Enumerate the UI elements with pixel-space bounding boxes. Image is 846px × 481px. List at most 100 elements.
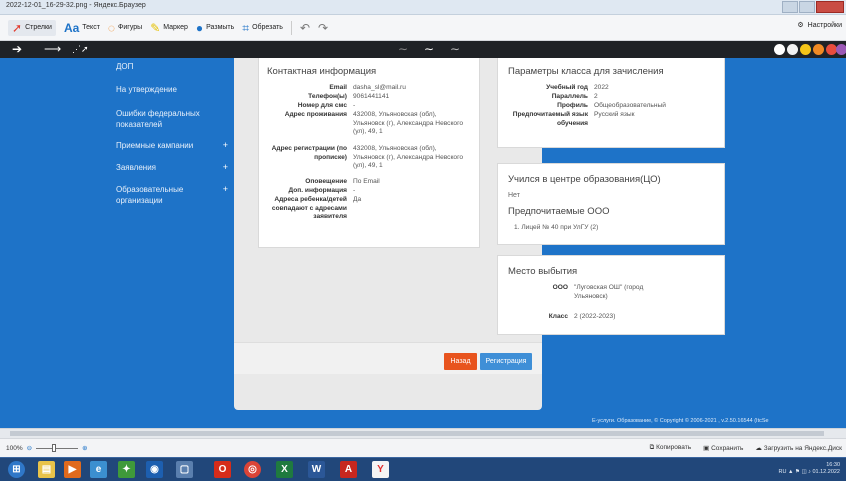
page-viewport: ДОП На утверждение Ошибки федеральных по… xyxy=(0,58,846,428)
color-swatch-white[interactable] xyxy=(774,44,785,55)
application-card: Контактная информация Email dasha_sl@mai… xyxy=(234,58,725,410)
form-actions: Назад Регистрация xyxy=(234,342,542,374)
panel-title: Учился в центре образования(ЦО) xyxy=(508,174,661,185)
word-icon[interactable]: W xyxy=(308,461,325,478)
sidebar-item-label: Образовательные организации xyxy=(116,185,184,205)
app3-icon[interactable]: ▢ xyxy=(176,461,193,478)
sidebar-item-approval[interactable]: На утверждение xyxy=(104,84,240,95)
text-icon: Aa xyxy=(63,20,80,35)
register-button[interactable]: Регистрация xyxy=(480,353,532,370)
arrows-tool-button[interactable]: ➚ Стрелки xyxy=(8,19,56,36)
panel-title: Параметры класса для зачисления xyxy=(508,66,664,77)
sidebar-item-applications[interactable]: Заявления + xyxy=(104,162,240,173)
panel-title: Место выбытия xyxy=(508,266,578,277)
preferred-ooo-item: 1. Лицей № 40 при УлГУ (2) xyxy=(514,224,599,231)
language-indicator[interactable]: RU xyxy=(779,469,787,475)
arrow-style-thin-icon[interactable]: ⟶ xyxy=(44,42,61,56)
field-profile: Профиль Общеобразовательный xyxy=(557,102,666,109)
marker-tool-label: Маркер xyxy=(163,24,188,31)
field-notification: Оповещение По Email xyxy=(305,178,380,185)
system-tray: RU ▲ ⚑ ◫ ♪ 16:30 01.12.2022 xyxy=(779,462,840,476)
departure-panel: Место выбытия ООО "Луговская ОШ" (город … xyxy=(497,255,725,335)
maximize-button[interactable] xyxy=(799,1,815,13)
redo-icon: ↷ xyxy=(318,20,329,35)
zoom-in-icon[interactable]: ⊕ xyxy=(82,444,87,452)
sidebar-item-federal-errors[interactable]: Ошибки федеральных показателей xyxy=(104,108,240,130)
excel-icon[interactable]: X xyxy=(276,461,293,478)
panel-title: Контактная информация xyxy=(267,66,377,77)
edu-center-value: Нет xyxy=(508,192,520,199)
text-tool-button[interactable]: Aa Текст xyxy=(64,22,100,34)
sidebar-item-label: ДОП xyxy=(116,62,134,71)
field-registration-address: Адрес регистрации (по прописке) 432008, … xyxy=(271,145,464,169)
clock[interactable]: 16:30 01.12.2022 xyxy=(812,462,840,476)
text-tool-label: Текст xyxy=(82,24,100,31)
marker-tool-button[interactable]: ✎ Маркер xyxy=(150,22,188,34)
upload-disk-button[interactable]: ☁ Загрузить на Яндекс.Диск xyxy=(755,444,842,452)
app2-icon[interactable]: ◉ xyxy=(146,461,163,478)
undo-button[interactable]: ↶ xyxy=(300,22,310,34)
arrow-icon: ➚ xyxy=(12,20,23,35)
settings-button[interactable]: ⚙ Настройки xyxy=(797,21,842,30)
preferred-ooo-title: Предпочитаемые ООО xyxy=(508,206,610,217)
close-window-button[interactable] xyxy=(816,1,844,13)
window-title: 2022-12-01_16-29-32.png - Яндекс.Браузер xyxy=(6,2,146,9)
sidebar-item-label: На утверждение xyxy=(116,85,177,94)
sidebar-item-label: Заявления xyxy=(116,163,157,172)
taskbar: ⊞ ▤ ▶ e ✦ ◉ ▢ O ◎ X W A Y RU ▲ ⚑ ◫ ♪ 16:… xyxy=(0,457,846,481)
zoom-value: 100% xyxy=(6,444,23,452)
field-sms-number: Номер для смс - xyxy=(297,102,356,109)
minimize-button[interactable] xyxy=(782,1,798,13)
edu-center-panel: Учился в центре образования(ЦО) Нет Пред… xyxy=(497,163,725,245)
line-thin-icon[interactable]: ∼ xyxy=(398,42,408,56)
marker-icon: ✎ xyxy=(150,20,161,35)
copy-button[interactable]: ⧉ Копировать xyxy=(650,444,691,452)
field-language: Предпочитаемый язык обучения Русский язы… xyxy=(512,111,635,127)
color-swatch-orange[interactable] xyxy=(813,44,824,55)
arrow-style-bold-icon[interactable]: ➔ xyxy=(12,42,22,56)
sidebar-item-dop[interactable]: ДОП xyxy=(104,61,240,72)
chrome-icon[interactable]: ◎ xyxy=(244,461,261,478)
shapes-tool-button[interactable]: ◌ Фигуры xyxy=(108,22,142,34)
style-bar: ➔ ⟶ ⋰➚ ∼ ∼ ∼ xyxy=(0,41,846,58)
redo-button[interactable]: ↷ xyxy=(318,22,328,34)
line-medium-icon[interactable]: ∼ xyxy=(424,42,434,56)
sidebar-item-campaigns[interactable]: Приемные кампании + xyxy=(104,140,240,151)
zoom-out-icon[interactable]: ⊖ xyxy=(27,444,32,452)
color-swatch-purple[interactable] xyxy=(836,44,846,55)
yandex-browser-icon[interactable]: Y xyxy=(372,461,389,478)
toolbar-divider xyxy=(290,20,292,35)
field-school-year: Учебный год 2022 xyxy=(546,84,609,91)
tray-icons[interactable]: ▲ ⚑ ◫ ♪ xyxy=(788,469,812,475)
color-swatch-light[interactable] xyxy=(787,44,798,55)
field-addresses-match: Адреса ребенка/детей совпадают с адресам… xyxy=(271,196,362,220)
plus-icon: + xyxy=(222,184,228,194)
arrow-style-dotted-icon[interactable]: ⋰➚ xyxy=(72,42,89,56)
save-button[interactable]: ▣ Сохранить xyxy=(703,444,743,452)
opera-icon[interactable]: O xyxy=(214,461,231,478)
blur-tool-button[interactable]: ● Размыть xyxy=(196,22,234,34)
field-ooo: ООО "Луговская ОШ" (город Ульяновск) xyxy=(552,284,644,300)
arrows-tool-label: Стрелки xyxy=(25,24,52,31)
horizontal-scrollbar[interactable] xyxy=(0,428,846,438)
media-player-icon[interactable]: ▶ xyxy=(64,461,81,478)
back-button[interactable]: Назад xyxy=(444,353,477,370)
app-icon[interactable]: ✦ xyxy=(118,461,135,478)
line-thick-icon[interactable]: ∼ xyxy=(450,42,460,56)
export-actions: ⧉ Копировать ▣ Сохранить ☁ Загрузить на … xyxy=(650,444,842,452)
sidebar-item-organizations[interactable]: Образовательные организации + xyxy=(104,184,240,206)
crop-tool-button[interactable]: ⌗ Обрезать xyxy=(242,22,283,34)
sidebar-item-label: Ошибки федеральных показателей xyxy=(116,109,200,129)
explorer-icon[interactable]: ▤ xyxy=(38,461,55,478)
ie-icon[interactable]: e xyxy=(90,461,107,478)
zoom-slider-knob[interactable] xyxy=(52,443,57,452)
start-icon[interactable]: ⊞ xyxy=(8,461,25,478)
zoom-control: 100% ⊖ ⊕ xyxy=(6,443,88,452)
pdf-icon[interactable]: A xyxy=(340,461,357,478)
color-swatch-yellow[interactable] xyxy=(800,44,811,55)
scrollbar-thumb[interactable] xyxy=(10,431,824,436)
shapes-icon: ◌ xyxy=(107,20,116,35)
zoom-slider[interactable] xyxy=(36,443,79,452)
contact-info-panel: Контактная информация Email dasha_sl@mai… xyxy=(258,58,480,248)
class-params-panel: Параметры класса для зачисления Учебный … xyxy=(497,58,725,148)
